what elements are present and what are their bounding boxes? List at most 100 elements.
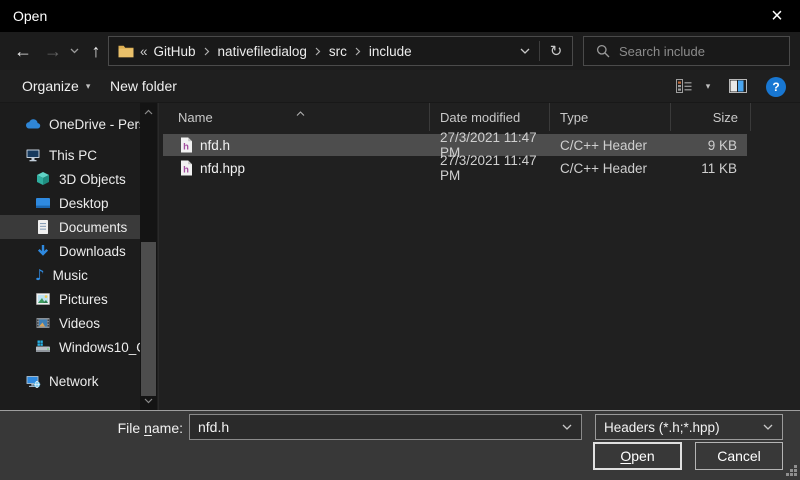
address-bar[interactable]: « GitHub nativefiledialog src include ↻ [108,36,573,66]
sidebar-item-label: Documents [59,220,127,235]
recent-locations-button[interactable] [66,35,82,67]
chevron-right-icon [204,47,210,56]
change-view-dropdown[interactable]: ▾ [698,70,718,102]
chevron-right-icon [355,47,361,56]
sidebar-item-label: Videos [59,316,100,331]
forward-button[interactable]: → [38,35,68,67]
back-icon: ← [14,41,32,62]
this-pc-icon [25,147,41,163]
new-folder-label: New folder [110,78,177,94]
breadcrumb-item-github[interactable]: GitHub [152,44,198,59]
sidebar-scrollbar[interactable] [140,103,157,410]
chevron-down-icon [70,48,79,54]
desktop-icon [35,195,51,211]
cancel-button[interactable]: Cancel [695,442,783,470]
new-folder-button[interactable]: New folder [110,70,177,102]
column-header-spacer [751,103,800,131]
help-icon: ? [772,80,779,94]
sidebar-item-label: Network [49,374,99,389]
file-type-value: Headers (*.h;*.hpp) [604,420,720,435]
chevron-down-icon [144,398,153,404]
column-label: Date modified [440,110,520,125]
column-header-date-modified[interactable]: Date modified [430,103,550,131]
sidebar-item-label: This PC [49,148,97,163]
sidebar-item-videos[interactable]: Videos [0,311,140,335]
videos-icon [35,315,51,331]
preview-pane-button[interactable] [729,70,747,102]
breadcrumb-item-src[interactable]: src [327,44,349,59]
chevron-down-icon [763,424,782,430]
open-button[interactable]: Open [593,442,682,470]
pictures-icon [35,291,51,307]
folder-icon [118,45,134,58]
column-label: Name [178,110,213,125]
sidebar-item-network[interactable]: Network [0,369,140,393]
onedrive-cloud-icon [25,116,41,132]
file-list: Name Date modified Type Size h nfd.h 27/… [160,103,800,410]
title-bar: Open × [0,0,800,32]
column-header-name[interactable]: Name [160,103,430,131]
sidebar-item-this-pc[interactable]: This PC [0,143,140,167]
sidebar-item-onedrive[interactable]: OneDrive - Persor [0,112,140,136]
file-type: C/C++ Header [550,134,671,156]
chevron-up-icon [144,109,153,115]
close-button[interactable]: × [754,0,800,32]
svg-text:h: h [183,165,189,176]
breadcrumb-overflow[interactable]: « [140,44,148,59]
address-dropdown-button[interactable] [511,37,539,65]
navigation-sidebar: OneDrive - Persor This PC 3D Objects Des… [0,103,140,410]
3d-objects-icon [35,171,51,187]
open-dialog-window: Open × ← → ↑ « GitHub nativefiledialog s… [0,0,800,480]
sidebar-item-label: Desktop [59,196,109,211]
column-label: Type [560,110,588,125]
refresh-button[interactable]: ↻ [540,37,572,65]
navigation-row: ← → ↑ « GitHub nativefiledialog src incl… [0,32,800,70]
sidebar-item-label: Pictures [59,292,108,307]
music-note-icon: ♪ [35,266,45,284]
sidebar-item-desktop[interactable]: Desktop [0,191,140,215]
column-header-type[interactable]: Type [550,103,671,131]
preview-pane-icon [729,79,747,93]
search-box[interactable] [583,36,790,66]
details-view-icon [676,79,692,93]
sidebar-divider [158,103,159,410]
file-name-input[interactable] [190,419,562,435]
change-view-button[interactable] [676,70,692,102]
sidebar-item-downloads[interactable]: Downloads [0,239,140,263]
sidebar-item-label: Windows10_OS ( [59,340,140,355]
scroll-down-button[interactable] [140,394,157,408]
organize-button[interactable]: Organize ▾ [22,70,90,102]
file-date-modified: 27/3/2021 11:47 PM [430,157,550,179]
chevron-down-icon[interactable] [562,424,581,430]
column-headers: Name Date modified Type Size [160,103,800,131]
up-icon: ↑ [92,41,101,62]
help-button[interactable]: ? [766,77,786,97]
file-type-select[interactable]: Headers (*.h;*.hpp) [595,414,783,440]
sidebar-item-documents[interactable]: Documents [0,215,140,239]
up-button[interactable]: ↑ [82,35,110,67]
downloads-icon [35,243,51,259]
column-label: Size [713,110,738,125]
search-input[interactable] [619,44,769,59]
file-row-nfd-hpp[interactable]: h nfd.hpp 27/3/2021 11:47 PM C/C++ Heade… [163,157,747,179]
window-title: Open [13,8,47,24]
footer-bar: File name: Headers (*.h;*.hpp) Open Canc… [0,411,800,480]
chevron-right-icon [315,47,321,56]
breadcrumb-item-nativefiledialog[interactable]: nativefiledialog [216,44,309,59]
sidebar-item-label: OneDrive - Persor [49,117,140,132]
sidebar-item-3d-objects[interactable]: 3D Objects [0,167,140,191]
sidebar-item-label: Downloads [59,244,126,259]
organize-label: Organize [22,78,79,94]
file-type: C/C++ Header [550,157,671,179]
chevron-down-icon [520,48,530,54]
scrollbar-thumb[interactable] [141,242,156,396]
resize-grip-icon[interactable] [785,465,797,477]
breadcrumb-item-include[interactable]: include [367,44,414,59]
sidebar-item-pictures[interactable]: Pictures [0,287,140,311]
sidebar-item-label: Music [53,268,88,283]
scroll-up-button[interactable] [140,105,157,119]
sidebar-item-music[interactable]: ♪ Music [0,263,140,287]
column-header-size[interactable]: Size [671,103,751,131]
sidebar-item-windows10-os-drive[interactable]: Windows10_OS ( [0,335,140,359]
back-button[interactable]: ← [8,35,38,67]
